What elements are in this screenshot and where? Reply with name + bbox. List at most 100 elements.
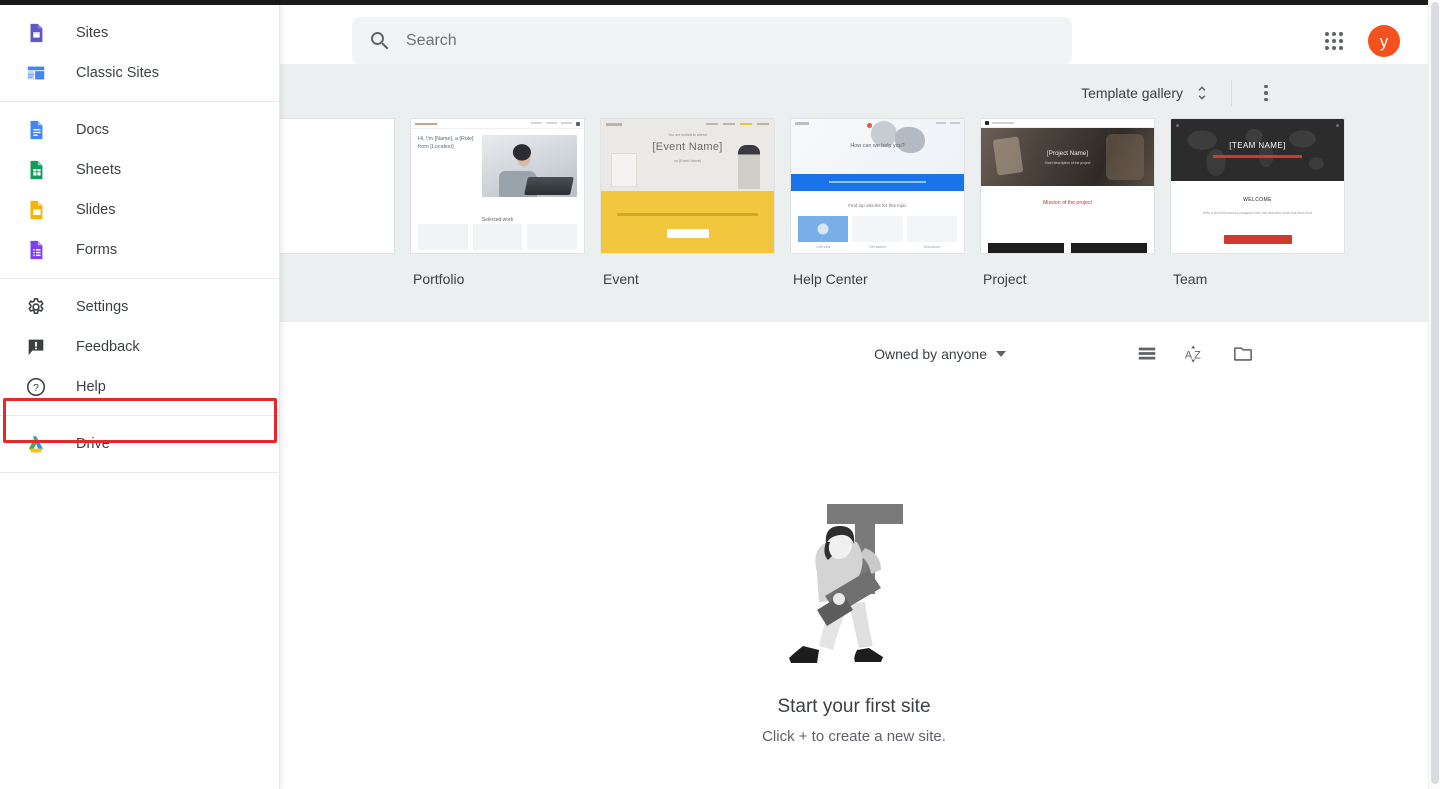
sidebar-group-drive: Drive	[0, 416, 279, 472]
sidebar-group-support: Settings Feedback ?	[0, 279, 279, 415]
sidebar-item-help[interactable]: ? Help	[0, 367, 279, 407]
thumb-hero: You are invited to attend [Event Name] o…	[601, 119, 774, 191]
svg-text:?: ?	[33, 383, 39, 394]
template-card-portfolio[interactable]: Hi, I'm [Name], a [Role] from [Location]…	[410, 118, 585, 287]
sidebar-item-label: Docs	[76, 122, 109, 138]
thumb-headline: Hi, I'm [Name], a [Role] from [Location]	[418, 135, 476, 152]
tile-caption: Resources	[907, 245, 957, 249]
tile-caption: Overview	[798, 245, 848, 249]
template-thumbnail[interactable]: How can we help you? Find top articles f…	[790, 118, 965, 254]
app-root: y Template gallery	[0, 0, 1440, 789]
empty-state: Start your first site Click + to create …	[280, 386, 1428, 745]
thumb-hero: How can we help you?	[791, 119, 964, 174]
avatar[interactable]: y	[1368, 25, 1400, 57]
sidebar-item-sites[interactable]: Sites	[0, 13, 279, 53]
kebab-menu-icon[interactable]	[1252, 79, 1280, 107]
navigation-drawer: Sites Classic Sites	[0, 5, 280, 789]
template-card-team[interactable]: [TEAM NAME] WELCOME Write a short introd…	[1170, 118, 1345, 287]
sidebar-item-sheets[interactable]: Sheets	[0, 150, 279, 190]
sheets-icon	[24, 158, 48, 182]
header-actions: y	[1314, 17, 1400, 65]
tile-caption: Get started	[852, 245, 902, 249]
template-thumbnail[interactable]: [Project Name] Short description of the …	[980, 118, 1155, 254]
thumb-paragraph: Write a short introductory paragraph her…	[1171, 203, 1344, 215]
sidebar-item-label: Settings	[76, 299, 128, 315]
sidebar-item-slides[interactable]: Slides	[0, 190, 279, 230]
template-name: Help Center	[790, 271, 965, 287]
sidebar-item-label: Sites	[76, 25, 108, 41]
list-view-icon[interactable]	[1134, 341, 1160, 367]
sidebar-item-label: Forms	[76, 242, 117, 258]
docs-icon	[24, 118, 48, 142]
folder-icon[interactable]	[1230, 341, 1256, 367]
scrollbar-thumb[interactable]	[1431, 2, 1439, 784]
template-name: Event	[600, 271, 775, 287]
thumb-hero: [Project Name] Short description of the …	[981, 128, 1154, 186]
template-name: Project	[980, 271, 1155, 287]
template-card-help-center[interactable]: How can we help you? Find top articles f…	[790, 118, 965, 287]
thumb-sub: WELCOME	[1171, 181, 1344, 203]
feedback-icon	[24, 335, 48, 359]
empty-state-subtitle: Click + to create a new site.	[762, 728, 946, 745]
sidebar-item-docs[interactable]: Docs	[0, 110, 279, 150]
thumb-headline: How can we help you?	[791, 143, 964, 149]
classic-sites-icon	[24, 61, 48, 85]
search-icon	[368, 29, 392, 53]
thumb-navbar	[981, 119, 1154, 128]
template-thumbnail[interactable]: [TEAM NAME] WELCOME Write a short introd…	[1170, 118, 1345, 254]
thumb-sub: Selected work	[411, 217, 584, 223]
forms-icon	[24, 238, 48, 262]
sidebar-item-classic-sites[interactable]: Classic Sites	[0, 53, 279, 93]
search-input[interactable]	[406, 32, 1056, 50]
sidebar-item-feedback[interactable]: Feedback	[0, 327, 279, 367]
thumb-hero: [TEAM NAME]	[1171, 119, 1344, 181]
caret-down-icon	[996, 351, 1006, 357]
sidebar-group-sites: Sites Classic Sites	[0, 5, 279, 101]
thumb-headline: [Project Name]	[981, 150, 1154, 157]
sidebar-item-forms[interactable]: Forms	[0, 230, 279, 270]
gear-icon	[24, 295, 48, 319]
sidebar-item-label: Slides	[76, 202, 116, 218]
thumb-tile-captions: Overview Get started Resources	[791, 242, 964, 249]
thumb-footer	[988, 243, 1147, 253]
sidebar-item-drive[interactable]: Drive	[0, 424, 279, 464]
sidebar-divider	[0, 472, 279, 473]
sort-az-icon[interactable]: A Z	[1182, 341, 1208, 367]
unfold-more-icon[interactable]	[1193, 84, 1211, 102]
view-controls: A Z	[1134, 341, 1256, 367]
sidebar-group-apps: Docs Sheets	[0, 102, 279, 278]
apps-grid-icon[interactable]	[1314, 21, 1354, 61]
sites-icon	[24, 21, 48, 45]
sidebar-item-label: Feedback	[76, 339, 140, 355]
thumb-sub: Short description of the project	[981, 161, 1154, 165]
toolbar-divider	[1231, 80, 1232, 106]
gallery-toolbar: Template gallery	[1081, 79, 1280, 107]
template-thumbnail[interactable]: Hi, I'm [Name], a [Role] from [Location]…	[410, 118, 585, 254]
thumb-tiles	[418, 224, 577, 250]
template-card-event[interactable]: You are invited to attend [Event Name] o…	[600, 118, 775, 287]
drive-icon	[24, 432, 48, 456]
page-scrollbar[interactable]	[1428, 0, 1440, 789]
thumb-button	[1224, 235, 1292, 244]
thumb-band	[601, 191, 774, 254]
thumb-headline: [TEAM NAME]	[1171, 141, 1344, 150]
thumb-navbar	[411, 119, 584, 129]
sidebar-item-label: Help	[76, 379, 106, 395]
sidebar-item-settings[interactable]: Settings	[0, 287, 279, 327]
template-card-list: Hi, I'm [Name], a [Role] from [Location]…	[220, 118, 1345, 287]
template-gallery-band: Template gallery	[280, 65, 1428, 322]
search-box[interactable]	[352, 17, 1072, 65]
template-thumbnail[interactable]: You are invited to attend [Event Name] o…	[600, 118, 775, 254]
owner-filter-dropdown[interactable]: Owned by anyone	[874, 346, 1006, 362]
sidebar-item-label: Sheets	[76, 162, 121, 178]
thumb-section-body	[981, 212, 1154, 216]
person-carrying-letter-t-illustration	[779, 500, 929, 670]
thumb-body: WELCOME Write a short introductory parag…	[1171, 181, 1344, 254]
template-gallery-label[interactable]: Template gallery	[1081, 85, 1183, 101]
svg-text:Z: Z	[1194, 350, 1201, 362]
template-card-project[interactable]: [Project Name] Short description of the …	[980, 118, 1155, 287]
thumb-section-title: Mission of the project	[981, 200, 1154, 206]
help-circle-icon: ?	[24, 375, 48, 399]
thumb-sub: Find top articles for this topic	[791, 191, 964, 208]
thumb-tiles	[791, 208, 964, 242]
